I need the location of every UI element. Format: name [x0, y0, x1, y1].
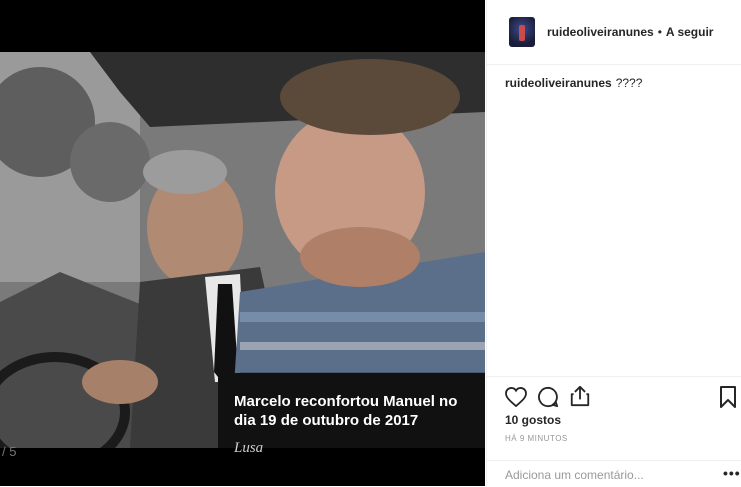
likes-count[interactable]: 10 gostos [505, 413, 561, 427]
photo-credit: Lusa [234, 440, 264, 456]
share-icon[interactable] [569, 385, 591, 407]
comment-text: ???? [615, 76, 643, 90]
post-sidebar: ruideoliveiranunes • A seguir ruideoliveir… [486, 0, 741, 486]
add-comment-bar: ••• [487, 460, 741, 487]
follow-button[interactable]: A seguir [666, 25, 714, 39]
comment-username[interactable]: ruideoliveiranunes [505, 76, 612, 90]
caption-comment: ruideoliveiranunes???? [505, 76, 642, 90]
slide-counter: / 5 [2, 444, 17, 459]
bookmark-icon[interactable] [719, 386, 737, 408]
heart-icon[interactable] [505, 387, 527, 407]
comment-icon[interactable] [537, 386, 559, 408]
post-timestamp[interactable]: HÁ 9 MINUTOS [505, 434, 568, 443]
header-user-line: ruideoliveiranunes • A seguir [547, 25, 713, 39]
avatar[interactable] [509, 17, 535, 47]
more-options-button[interactable]: ••• [723, 465, 741, 481]
separator-dot: • [657, 25, 662, 39]
post-header: ruideoliveiranunes • A seguir [487, 0, 741, 65]
header-username[interactable]: ruideoliveiranunes [547, 25, 654, 39]
post-media: Marcelo reconfortou Manuel no dia 19 de … [0, 0, 485, 486]
comment-input[interactable] [505, 467, 695, 483]
post-caption: Marcelo reconfortou Manuel no dia 19 de … [234, 393, 458, 429]
